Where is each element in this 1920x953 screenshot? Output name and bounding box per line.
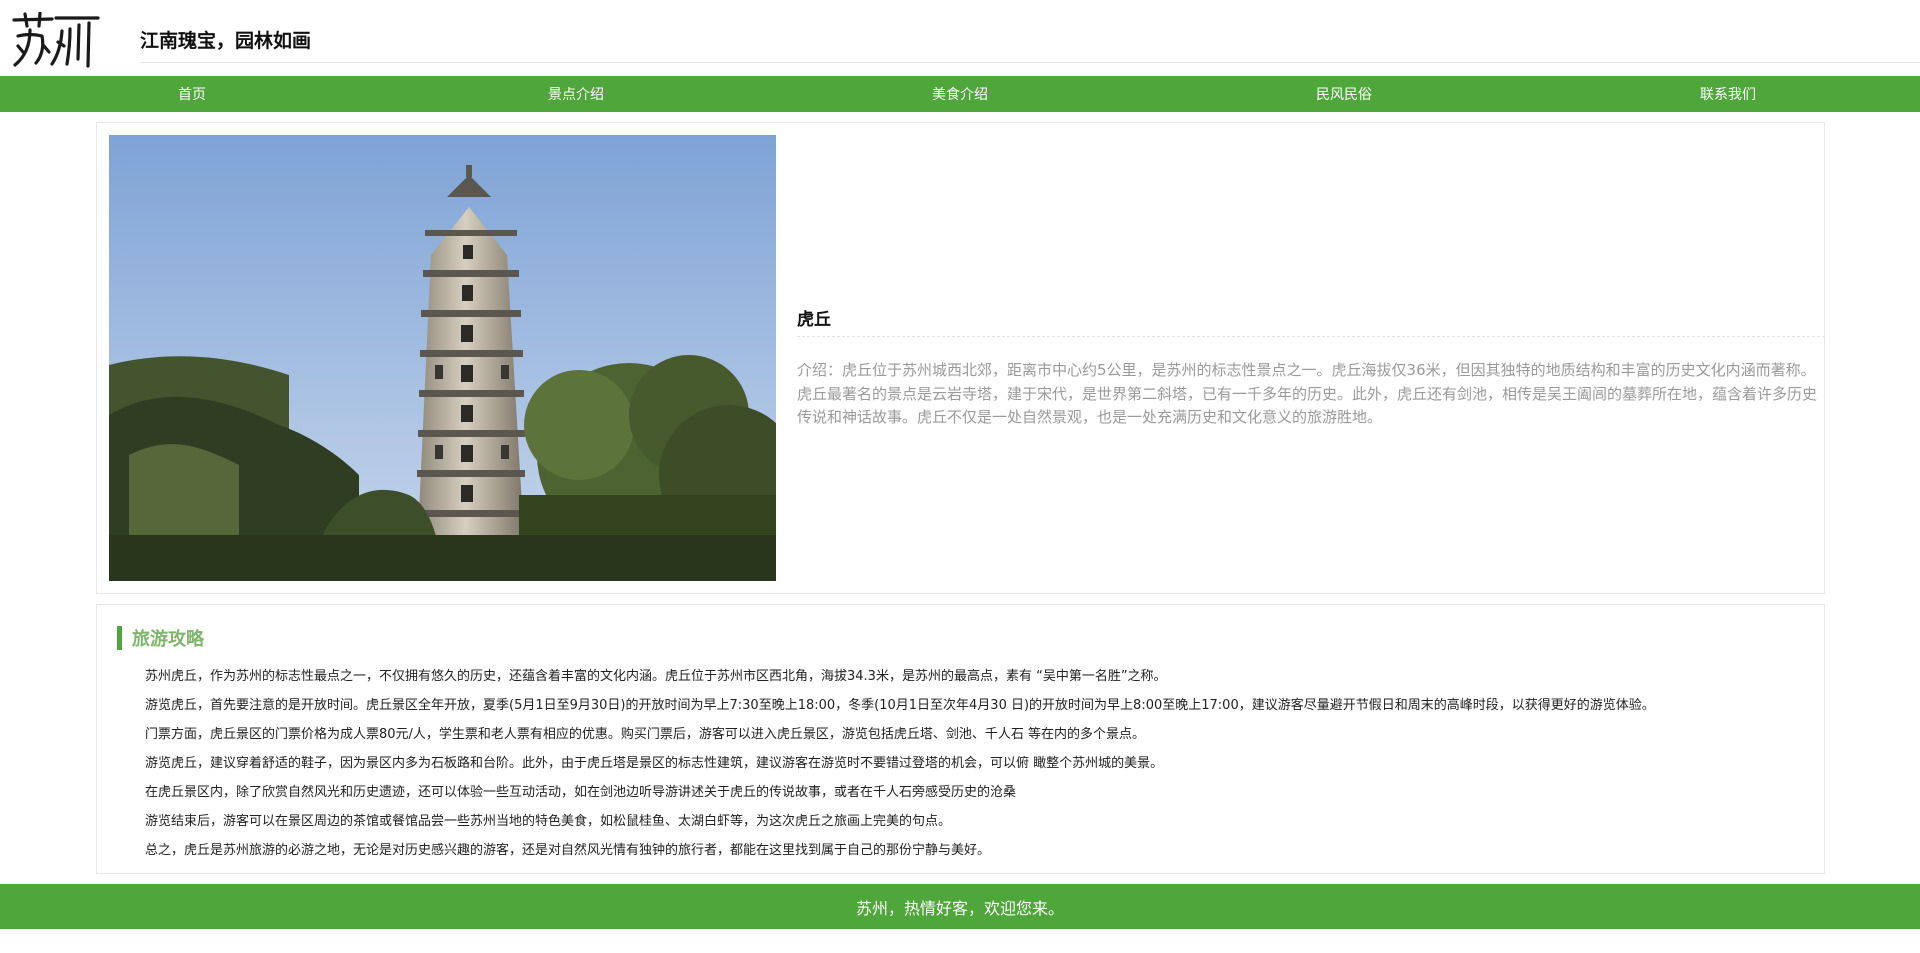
- nav-item-home[interactable]: 首页: [0, 76, 384, 112]
- header-divider: [140, 62, 1920, 63]
- attraction-card: 虎丘 介绍：虎丘位于苏州城西北郊，距离市中心约5公里，是苏州的标志性景点之一。虎…: [96, 122, 1825, 594]
- guide-paragraph: 苏州虎丘，作为苏州的标志性最点之一，不仅拥有悠久的历史，还蕴含着丰富的文化内涵。…: [145, 669, 1167, 684]
- title-divider: [797, 336, 1825, 337]
- attraction-info: 虎丘 介绍：虎丘位于苏州城西北郊，距离市中心约5公里，是苏州的标志性景点之一。虎…: [797, 123, 1825, 595]
- nav-item-customs[interactable]: 民风民俗: [1152, 76, 1536, 112]
- site-slogan: 江南瑰宝，园林如画: [140, 30, 312, 52]
- attraction-description: 介绍：虎丘位于苏州城西北郊，距离市中心约5公里，是苏州的标志性景点之一。虎丘海拔…: [797, 361, 1818, 426]
- guide-paragraph: 门票方面，虎丘景区的门票价格为成人票80元/人，学生票和老人票有相应的优惠。购买…: [145, 727, 1146, 742]
- guide-paragraph: 游览虎丘，首先要注意的是开放时间。虎丘景区全年开放，夏季(5月1日至9月30日)…: [145, 698, 1655, 713]
- pagoda-image: [109, 135, 776, 581]
- travel-guide-card: 旅游攻略 苏州虎丘，作为苏州的标志性最点之一，不仅拥有悠久的历史，还蕴含着丰富的…: [96, 604, 1825, 874]
- suzhou-calligraphy-logo: [12, 11, 100, 68]
- site-logo[interactable]: [12, 11, 104, 68]
- attraction-title: 虎丘: [797, 310, 831, 330]
- nav-item-attractions[interactable]: 景点介绍: [384, 76, 768, 112]
- guide-title: 旅游攻略: [132, 629, 204, 650]
- guide-paragraph-list: 苏州虎丘，作为苏州的标志性最点之一，不仅拥有悠久的历史，还蕴含着丰富的文化内涵。…: [145, 662, 1655, 865]
- site-header: 江南瑰宝，园林如画: [0, 0, 1920, 76]
- footer-text: 苏州，热情好客，欢迎您来。: [855, 898, 1064, 918]
- guide-paragraph: 游览结束后，游客可以在景区周边的茶馆或餐馆品尝一些苏州当地的特色美食，如松鼠桂鱼…: [145, 814, 952, 829]
- guide-paragraph: 总之，虎丘是苏州旅游的必游之地，无论是对历史感兴趣的游客，还是对自然风光情有独钟…: [145, 843, 991, 858]
- tiger-hill-photo: [109, 135, 776, 581]
- main-nav: 首页 景点介绍 美食介绍 民风民俗 联系我们: [0, 76, 1920, 112]
- nav-item-food[interactable]: 美食介绍: [768, 76, 1152, 112]
- guide-heading: 旅游攻略: [117, 626, 204, 650]
- nav-item-contact[interactable]: 联系我们: [1536, 76, 1920, 112]
- site-footer: 苏州，热情好客，欢迎您来。: [0, 884, 1920, 929]
- guide-paragraph: 在虎丘景区内，除了欣赏自然风光和历史遗迹，还可以体验一些互动活动，如在剑池边听导…: [145, 785, 1017, 800]
- guide-paragraph: 游览虎丘，建议穿着舒适的鞋子，因为景区内多为石板路和台阶。此外，由于虎丘塔是景区…: [145, 756, 1164, 771]
- heading-accent-bar: [117, 626, 122, 650]
